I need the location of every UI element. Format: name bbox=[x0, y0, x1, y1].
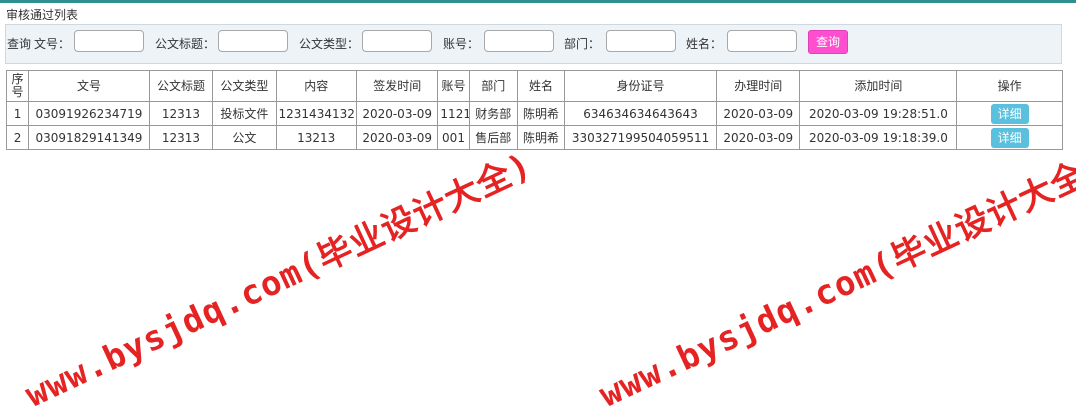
watermark-text: www.bysjdq.com(毕业设计大全) bbox=[19, 145, 538, 416]
col-header-doc-number: 文号 bbox=[28, 70, 150, 102]
cell-doc-title: 12313 bbox=[148, 125, 214, 150]
account-label: 账号： bbox=[443, 37, 480, 51]
cell-doc-title: 12313 bbox=[148, 101, 214, 126]
account-input[interactable] bbox=[484, 30, 554, 52]
cell-doc-number: 03091829141349 bbox=[28, 125, 150, 150]
cell-action: 详细 bbox=[956, 125, 1063, 150]
watermark-text: www.bysjdq.com(毕业设计大全) bbox=[593, 145, 1076, 416]
top-accent-bar bbox=[0, 0, 1076, 3]
cell-handle-date: 2020-03-09 bbox=[715, 125, 801, 150]
detail-button[interactable]: 详细 bbox=[990, 103, 1029, 124]
col-header-index: 序号 bbox=[5, 70, 30, 102]
cell-id-number: 634634634643643 bbox=[564, 101, 717, 126]
cell-added-time: 2020-03-09 19:18:39.0 bbox=[799, 125, 958, 150]
cell-added-time: 2020-03-09 19:28:51.0 bbox=[799, 101, 958, 126]
department-input[interactable] bbox=[606, 30, 676, 52]
table-header-row: 序号 文号 公文标题 公文类型 内容 签发时间 账号 部门 姓名 身份证号 办理… bbox=[5, 70, 1063, 102]
cell-name: 陈明希 bbox=[516, 101, 566, 126]
name-input[interactable] bbox=[727, 30, 797, 52]
doc-title-label: 公文标题： bbox=[155, 37, 216, 51]
table-row: 1 03091926234719 12313 投标文件 1231434132 2… bbox=[5, 101, 1063, 126]
doc-type-input[interactable] bbox=[362, 30, 432, 52]
col-header-name: 姓名 bbox=[516, 70, 566, 102]
cell-content: 13213 bbox=[275, 125, 357, 150]
detail-button[interactable]: 详细 bbox=[990, 127, 1029, 148]
cell-handle-date: 2020-03-09 bbox=[715, 101, 801, 126]
cell-index: 2 bbox=[5, 125, 30, 150]
col-header-handle-date: 办理时间 bbox=[715, 70, 801, 102]
cell-name: 陈明希 bbox=[516, 125, 566, 150]
col-header-doc-title: 公文标题 bbox=[148, 70, 214, 102]
col-header-issue-date: 签发时间 bbox=[355, 70, 439, 102]
doc-number-input[interactable] bbox=[74, 30, 144, 52]
col-header-action: 操作 bbox=[956, 70, 1063, 102]
col-header-account: 账号 bbox=[437, 70, 470, 102]
cell-account: 001 bbox=[437, 125, 470, 150]
cell-content: 1231434132 bbox=[275, 101, 357, 126]
cell-action: 详细 bbox=[956, 101, 1063, 126]
cell-doc-type: 公文 bbox=[212, 125, 277, 150]
approved-list-table: 序号 文号 公文标题 公文类型 内容 签发时间 账号 部门 姓名 身份证号 办理… bbox=[5, 70, 1063, 150]
cell-department: 财务部 bbox=[468, 101, 518, 126]
cell-department: 售后部 bbox=[468, 125, 518, 150]
name-label: 姓名： bbox=[686, 37, 723, 51]
cell-index: 1 bbox=[5, 101, 30, 126]
doc-type-label: 公文类型： bbox=[299, 37, 360, 51]
query-prefix-label: 查询 bbox=[7, 37, 32, 51]
cell-issue-date: 2020-03-09 bbox=[355, 125, 439, 150]
col-header-doc-type: 公文类型 bbox=[212, 70, 277, 102]
query-panel: 查询 文号： 公文标题： 公文类型： 账号： 部门： 姓名： 查询 bbox=[5, 24, 1062, 64]
cell-id-number: 330327199504059511 bbox=[564, 125, 717, 150]
cell-issue-date: 2020-03-09 bbox=[355, 101, 439, 126]
doc-number-label: 文号： bbox=[34, 37, 71, 51]
col-header-content: 内容 bbox=[275, 70, 357, 102]
col-header-department: 部门 bbox=[468, 70, 518, 102]
cell-account: 1121 bbox=[437, 101, 470, 126]
department-label: 部门： bbox=[564, 37, 601, 51]
col-header-id-number: 身份证号 bbox=[564, 70, 717, 102]
table-row: 2 03091829141349 12313 公文 13213 2020-03-… bbox=[5, 125, 1063, 150]
query-button[interactable]: 查询 bbox=[808, 30, 848, 54]
cell-doc-number: 03091926234719 bbox=[28, 101, 150, 126]
col-header-added-time: 添加时间 bbox=[799, 70, 958, 102]
section-title: 审核通过列表 bbox=[6, 8, 79, 22]
doc-title-input[interactable] bbox=[218, 30, 288, 52]
cell-doc-type: 投标文件 bbox=[212, 101, 277, 126]
